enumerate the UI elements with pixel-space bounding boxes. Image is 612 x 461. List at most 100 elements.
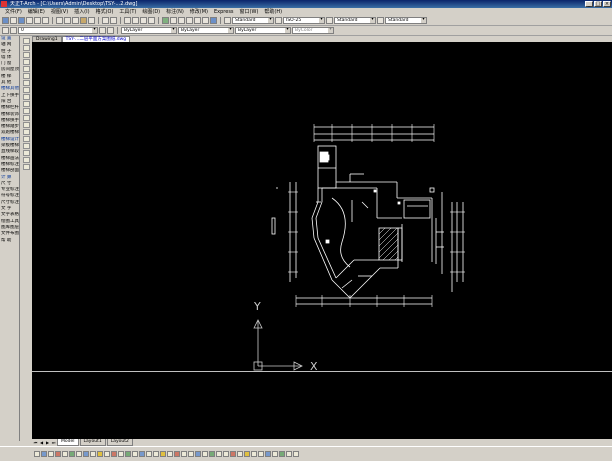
redo-icon[interactable] — [110, 17, 117, 24]
tangent-menu-item[interactable]: 文字表格 — [0, 212, 19, 218]
construction-line-icon[interactable] — [22, 45, 30, 51]
osnap-toggle-icon[interactable] — [62, 451, 68, 457]
clean-screen-toggle-icon[interactable] — [251, 451, 257, 457]
first-tab-nav-icon[interactable]: ⏮ — [33, 440, 38, 445]
undo-icon[interactable] — [102, 17, 109, 24]
polyline-icon[interactable] — [22, 52, 30, 58]
linetype-select[interactable]: ByLayer — [178, 27, 234, 34]
menu-item[interactable]: 绘图(D) — [139, 8, 163, 16]
drawing-canvas[interactable]: Y X — [32, 42, 612, 371]
command-line[interactable] — [32, 371, 612, 439]
print-icon[interactable] — [26, 17, 33, 24]
lwt-toggle-icon[interactable] — [90, 451, 96, 457]
ducs-toggle-icon[interactable] — [76, 451, 82, 457]
workspace-toggle-icon[interactable] — [237, 451, 243, 457]
model-toggle-icon[interactable] — [97, 451, 103, 457]
ellipse-icon[interactable] — [22, 101, 30, 107]
menu-item[interactable]: 窗口(W) — [237, 8, 262, 16]
pan-icon[interactable] — [124, 17, 131, 24]
table-style-select[interactable]: Standard — [334, 17, 376, 24]
multiline-text-icon[interactable] — [22, 164, 30, 170]
menu-item[interactable]: Express — [211, 8, 237, 16]
snap-toggle-icon[interactable] — [146, 451, 152, 457]
layer-manager-icon[interactable] — [2, 27, 9, 34]
layer-previous-icon[interactable] — [107, 27, 114, 34]
snap-toggle-icon[interactable] — [34, 451, 40, 457]
tangent-menu-item[interactable]: 楼梯画法 — [0, 156, 19, 162]
polar-toggle-icon[interactable] — [55, 451, 61, 457]
lineweight-select[interactable]: ByLayer — [235, 27, 291, 34]
circle-icon[interactable] — [22, 80, 30, 86]
menu-item[interactable]: 插入(I) — [71, 8, 92, 16]
publish-icon[interactable] — [42, 17, 49, 24]
match-properties-icon[interactable] — [80, 17, 87, 24]
menu-item[interactable]: 文件(F) — [2, 8, 25, 16]
tangent-menu-item[interactable]: 楼梯剖面 — [0, 168, 19, 174]
tangent-menu-item[interactable]: 楼梯栏杆 — [0, 105, 19, 111]
menu-item[interactable]: 编辑(E) — [25, 8, 48, 16]
layout-tab-model[interactable]: Model — [57, 439, 79, 446]
lwt-toggle-icon[interactable] — [202, 451, 208, 457]
zoom-window-icon[interactable] — [140, 17, 147, 24]
workspace-toggle-icon[interactable] — [125, 451, 131, 457]
menu-item[interactable]: 工具(T) — [116, 8, 139, 16]
menu-item[interactable]: 帮助(H) — [261, 8, 285, 16]
app-icon[interactable] — [1, 1, 7, 7]
next-tab-nav-icon[interactable]: ▶ — [45, 440, 50, 445]
tangent-menu-item[interactable]: 双跑楼梯 — [0, 130, 19, 136]
maximize-button[interactable]: □ — [594, 1, 602, 7]
annotation-toggle-icon[interactable] — [118, 451, 124, 457]
layer-state-icon[interactable] — [10, 27, 17, 34]
snap-toggle-icon[interactable] — [258, 451, 264, 457]
clean-screen-toggle-icon[interactable] — [139, 451, 145, 457]
layer-select[interactable]: 0 — [18, 27, 98, 34]
layout-tab-layout1[interactable]: Layout1 — [79, 439, 106, 446]
lock-toggle-icon[interactable] — [244, 451, 250, 457]
block-editor-icon[interactable] — [88, 17, 95, 24]
hatch-icon[interactable] — [22, 136, 30, 142]
gradient-icon[interactable] — [22, 143, 30, 149]
plotstyle-select[interactable]: ByColor — [292, 27, 334, 34]
zoom-previous-icon[interactable] — [148, 17, 155, 24]
copy-icon[interactable] — [64, 17, 71, 24]
grid-toggle-icon[interactable] — [265, 451, 271, 457]
annotation-toggle-icon[interactable] — [230, 451, 236, 457]
polar-toggle-icon[interactable] — [279, 451, 285, 457]
dyn-toggle-icon[interactable] — [83, 451, 89, 457]
sheet-set-icon[interactable] — [186, 17, 193, 24]
menu-item[interactable]: 标注(N) — [163, 8, 187, 16]
zoom-realtime-icon[interactable] — [132, 17, 139, 24]
multileader-style-select[interactable]: Standard — [385, 17, 427, 24]
otrack-toggle-icon[interactable] — [69, 451, 75, 457]
dim-style-select[interactable]: ISO-25 — [283, 17, 325, 24]
help-icon[interactable] — [210, 17, 217, 24]
insert-block-icon[interactable] — [22, 115, 30, 121]
sc-toggle-icon[interactable] — [111, 451, 117, 457]
tangent-menu-item[interactable]: 帮 助 — [0, 238, 19, 244]
menu-item[interactable]: 视图(V) — [48, 8, 71, 16]
save-icon[interactable] — [18, 17, 25, 24]
qp-toggle-icon[interactable] — [216, 451, 222, 457]
menu-item[interactable]: 格式(O) — [93, 8, 117, 16]
sc-toggle-icon[interactable] — [223, 451, 229, 457]
revision-cloud-icon[interactable] — [22, 87, 30, 93]
point-icon[interactable] — [22, 129, 30, 135]
model-toggle-icon[interactable] — [209, 451, 215, 457]
ducs-toggle-icon[interactable] — [188, 451, 194, 457]
grid-toggle-icon[interactable] — [41, 451, 47, 457]
print-preview-icon[interactable] — [34, 17, 41, 24]
ellipse-arc-icon[interactable] — [22, 108, 30, 114]
properties-icon[interactable] — [162, 17, 169, 24]
tangent-menu-item[interactable]: 直线梯段 — [0, 149, 19, 155]
paste-icon[interactable] — [72, 17, 79, 24]
text-style-select[interactable]: Standard — [232, 17, 274, 24]
cut-icon[interactable] — [56, 17, 63, 24]
tangent-menu-item[interactable]: 绘图工具 — [0, 219, 19, 225]
grid-toggle-icon[interactable] — [153, 451, 159, 457]
region-icon[interactable] — [22, 150, 30, 156]
close-button[interactable]: × — [603, 1, 611, 7]
otrack-toggle-icon[interactable] — [293, 451, 299, 457]
minimize-button[interactable]: _ — [585, 1, 593, 7]
table-icon[interactable] — [22, 157, 30, 163]
menu-item[interactable]: 修改(M) — [187, 8, 211, 16]
